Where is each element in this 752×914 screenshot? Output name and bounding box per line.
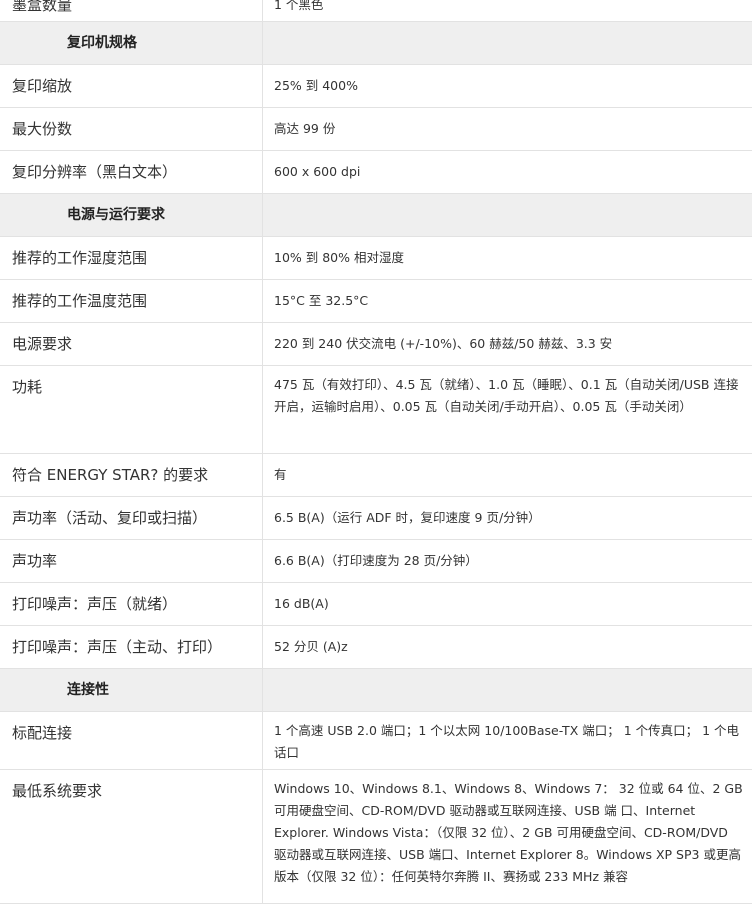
spec-row-cartridge-count: 墨盒数量 1 个黑色 (0, 0, 752, 22)
spec-label: 墨盒数量 (12, 0, 73, 14)
spec-value: 6.5 B(A)（运行 ADF 时，复印速度 9 页/分钟） (262, 497, 752, 539)
spec-value: 16 dB(A) (262, 583, 752, 625)
spec-value: 高达 99 份 (262, 108, 752, 150)
spec-row-sound-power: 声功率 6.6 B(A)（打印速度为 28 页/分钟） (0, 540, 752, 583)
spec-label: 打印噪声：声压（主动、打印） (12, 638, 223, 656)
section-title: 连接性 (67, 682, 109, 698)
section-header-copier-specs: 复印机规格 (0, 22, 752, 65)
section-spacer (262, 194, 752, 236)
spec-row-sound-pressure-ready: 打印噪声：声压（就绪） 16 dB(A) (0, 583, 752, 626)
spec-value: 220 到 240 伏交流电 (+/-10%)、60 赫兹/50 赫兹、3.3 … (262, 323, 752, 365)
spec-row-standard-connectivity: 标配连接 1 个高速 USB 2.0 端口；1 个以太网 10/100Base-… (0, 712, 752, 770)
spec-label: 最大份数 (12, 120, 73, 138)
spec-value: Windows 10、Windows 8.1、Windows 8、Windows… (262, 770, 752, 903)
spec-row-system-requirements: 最低系统要求 Windows 10、Windows 8.1、Windows 8、… (0, 770, 752, 904)
spec-value: 10% 到 80% 相对湿度 (262, 237, 752, 279)
spec-label: 推荐的工作湿度范围 (12, 249, 148, 267)
spec-value: 1 个黑色 (262, 0, 752, 21)
spec-label: 声功率 (12, 552, 58, 570)
spec-row-sound-pressure-printing: 打印噪声：声压（主动、打印） 52 分贝 (A)z (0, 626, 752, 669)
section-spacer (262, 22, 752, 64)
spec-value: 1 个高速 USB 2.0 端口；1 个以太网 10/100Base-TX 端口… (262, 712, 752, 769)
spec-value: 25% 到 400% (262, 65, 752, 107)
spec-value: 475 瓦（有效打印）、4.5 瓦（就绪）、1.0 瓦（睡眠）、0.1 瓦（自动… (262, 366, 752, 453)
spec-label: 打印噪声：声压（就绪） (12, 595, 178, 613)
section-header-power-operating: 电源与运行要求 (0, 194, 752, 237)
section-spacer (262, 669, 752, 711)
spec-value: 52 分贝 (A)z (262, 626, 752, 668)
section-title: 复印机规格 (67, 35, 137, 51)
spec-label: 复印分辨率（黑白文本） (12, 163, 178, 181)
spec-row-power-consumption: 功耗 475 瓦（有效打印）、4.5 瓦（就绪）、1.0 瓦（睡眠）、0.1 瓦… (0, 366, 752, 454)
section-header-connectivity: 连接性 (0, 669, 752, 712)
spec-label: 声功率（活动、复印或扫描） (12, 509, 208, 527)
spec-label: 电源要求 (12, 335, 73, 353)
spec-label: 最低系统要求 (12, 782, 103, 800)
section-title: 电源与运行要求 (67, 207, 165, 223)
spec-value: 有 (262, 454, 752, 496)
spec-row-max-copies: 最大份数 高达 99 份 (0, 108, 752, 151)
spec-label: 功耗 (12, 378, 43, 396)
spec-label: 推荐的工作温度范围 (12, 292, 148, 310)
spec-label: 标配连接 (12, 724, 73, 742)
spec-value: 15°C 至 32.5°C (262, 280, 752, 322)
spec-label: 符合 ENERGY STAR? 的要求 (12, 466, 209, 484)
spec-row-sound-power-active: 声功率（活动、复印或扫描） 6.5 B(A)（运行 ADF 时，复印速度 9 页… (0, 497, 752, 540)
spec-row-power-requirements: 电源要求 220 到 240 伏交流电 (+/-10%)、60 赫兹/50 赫兹… (0, 323, 752, 366)
spec-row-copy-resolution: 复印分辨率（黑白文本） 600 x 600 dpi (0, 151, 752, 194)
spec-row-humidity-range: 推荐的工作湿度范围 10% 到 80% 相对湿度 (0, 237, 752, 280)
spec-value: 600 x 600 dpi (262, 151, 752, 193)
spec-label: 复印缩放 (12, 77, 73, 95)
spec-value: 6.6 B(A)（打印速度为 28 页/分钟） (262, 540, 752, 582)
spec-table: 墨盒数量 1 个黑色 复印机规格 复印缩放 25% 到 400% 最大份数 高达… (0, 0, 752, 904)
spec-row-copy-scaling: 复印缩放 25% 到 400% (0, 65, 752, 108)
spec-row-temperature-range: 推荐的工作温度范围 15°C 至 32.5°C (0, 280, 752, 323)
spec-row-energy-star: 符合 ENERGY STAR? 的要求 有 (0, 454, 752, 497)
